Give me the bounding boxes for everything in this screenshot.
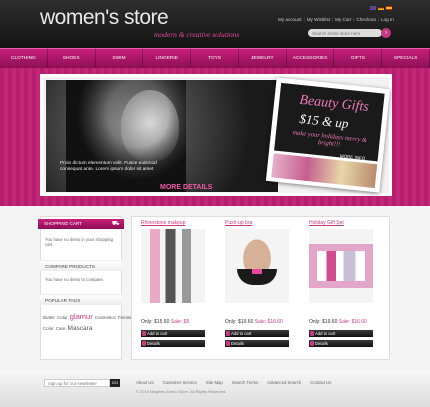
compare-empty-text: You have no items to compare. [45, 277, 105, 282]
nav-lingerie[interactable]: LINGERIE [143, 49, 192, 68]
store-logo[interactable]: women's store [40, 6, 169, 30]
add-to-cart-button[interactable]: Add to cart [225, 330, 289, 337]
search-input[interactable] [308, 29, 382, 37]
promo-subtitle: make your holidays merry & bright!!! [292, 129, 368, 149]
product-price: Only: $15.60 Sale: $8 [141, 319, 190, 325]
promo-card-panel: Beauty Gifts $15 & up make your holidays… [274, 82, 385, 162]
product-price: Only: $19.60 Sale: $16.60 [225, 319, 283, 325]
top-links: My account | My Wishlist | My Cart | Checko… [278, 17, 394, 22]
product-image[interactable] [225, 229, 289, 303]
info-icon [226, 341, 230, 346]
popular-tags-header: POPULAR TAGS [40, 294, 122, 305]
footer-link-about[interactable]: About Us [136, 380, 154, 385]
tag-link[interactable]: Color [57, 315, 68, 320]
tag-cloud: ButterColorglamurCosmeticsFeminineBlushF… [43, 311, 272, 332]
product-title[interactable]: Holiday Gift Set [309, 220, 344, 226]
flag-uk-icon[interactable] [370, 6, 376, 10]
details-button[interactable]: Details [141, 340, 205, 347]
product-title[interactable]: Rhinestone makeup [141, 220, 185, 226]
separator: | [331, 17, 334, 22]
info-icon [142, 341, 146, 346]
footer-link-search-terms[interactable]: Search Terms [232, 380, 258, 385]
product-price: Only: $19.60 Sale: $16.60 [309, 319, 367, 325]
nav-accessories[interactable]: ACCESSORIES [287, 49, 335, 68]
cart-icon [226, 331, 230, 336]
product-card: Push-up bra Only: $19.60 Sale: $16.60 Ad… [218, 220, 294, 356]
separator: | [303, 17, 305, 22]
search-button[interactable]: › [381, 28, 391, 38]
cart-icon: ⛟ [112, 221, 120, 227]
tag-link[interactable]: Butter [43, 315, 55, 320]
footer-link-site-map[interactable]: Site Map [206, 380, 223, 385]
product-card: Holiday Gift Set Only: $19.60 Sale: $16.… [302, 220, 378, 356]
info-icon [310, 341, 314, 346]
tag-link[interactable]: Care [56, 326, 66, 331]
hero-banner: Proin dictum elementum velit. Fusce euis… [40, 74, 392, 196]
add-to-cart-button[interactable]: Add to cart [309, 330, 373, 337]
add-to-cart-button[interactable]: Add to cart [141, 330, 205, 337]
details-button[interactable]: Details [309, 340, 373, 347]
nav-specials[interactable]: SPECIALS [382, 49, 430, 68]
details-button[interactable]: Details [225, 340, 289, 347]
nav-swim[interactable]: SWIM [96, 49, 144, 68]
flag-de-icon[interactable] [378, 6, 384, 10]
nav-shoes[interactable]: SHOES [48, 49, 96, 68]
link-my-cart[interactable]: My Cart [335, 17, 351, 22]
header: women's store modern & creative solution… [0, 0, 430, 48]
promo-card[interactable]: Beauty Gifts $15 & up make your holidays… [265, 77, 391, 193]
more-details-link[interactable]: MORE DETAILS [160, 184, 212, 191]
product-title[interactable]: Push-up bra [225, 220, 252, 226]
footer-link-customer-service[interactable]: Customer Service [163, 380, 197, 385]
footer-links: About Us Customer Service Site Map Searc… [136, 380, 331, 385]
tag-link[interactable]: glamur [70, 312, 93, 321]
promo-price: $15 & up [298, 110, 350, 132]
tag-link[interactable]: Mascara [68, 325, 93, 332]
separator: | [353, 17, 355, 22]
tag-link[interactable]: Cosmetics [95, 315, 116, 320]
tagline: modern & creative solutions [154, 30, 240, 39]
nav-clothing[interactable]: CLOTHING [0, 49, 48, 68]
newsletter-input[interactable]: Sign up for our newsletter [44, 379, 110, 387]
compare-header: COMPARE PRODUCTS [40, 260, 122, 271]
nav-toys[interactable]: TOYS [191, 49, 239, 68]
product-image[interactable] [141, 229, 205, 303]
product-image[interactable] [309, 229, 373, 303]
link-checkout[interactable]: Checkout [356, 17, 375, 22]
footer-link-contact[interactable]: Contact Us [310, 380, 331, 385]
product-card: Rhinestone makeup Only: $15.60 Sale: $8 … [134, 220, 210, 356]
separator: | [377, 17, 380, 22]
copyright: © 2010 Magento Demo Store. All Rights Re… [136, 389, 227, 394]
banner-text: Proin dictum elementum velit. Fusce euis… [60, 161, 157, 172]
language-flags[interactable] [370, 6, 392, 10]
cart-icon [310, 331, 314, 336]
newsletter-go-button[interactable]: GO [110, 379, 120, 387]
footer-link-advanced-search[interactable]: Advanced Search [267, 380, 301, 385]
bow-shape [252, 269, 262, 274]
flag-es-icon[interactable] [386, 6, 392, 10]
link-my-account[interactable]: My account [278, 17, 302, 22]
model-hair [66, 80, 186, 192]
main-nav: CLOTHING SHOES SWIM LINGERIE TOYS JEWELR… [0, 48, 430, 68]
link-my-wishlist[interactable]: My Wishlist [307, 17, 330, 22]
link-log-in[interactable]: Log In [381, 17, 394, 22]
nav-jewelry[interactable]: JEWELRY [239, 49, 287, 68]
banner-photo: Proin dictum elementum velit. Fusce euis… [46, 80, 278, 192]
gift-items [317, 251, 365, 281]
nav-gifts[interactable]: GIFTS [334, 49, 383, 68]
cart-empty-text: You have no items in your shopping cart. [45, 237, 113, 247]
cart-icon [142, 331, 146, 336]
